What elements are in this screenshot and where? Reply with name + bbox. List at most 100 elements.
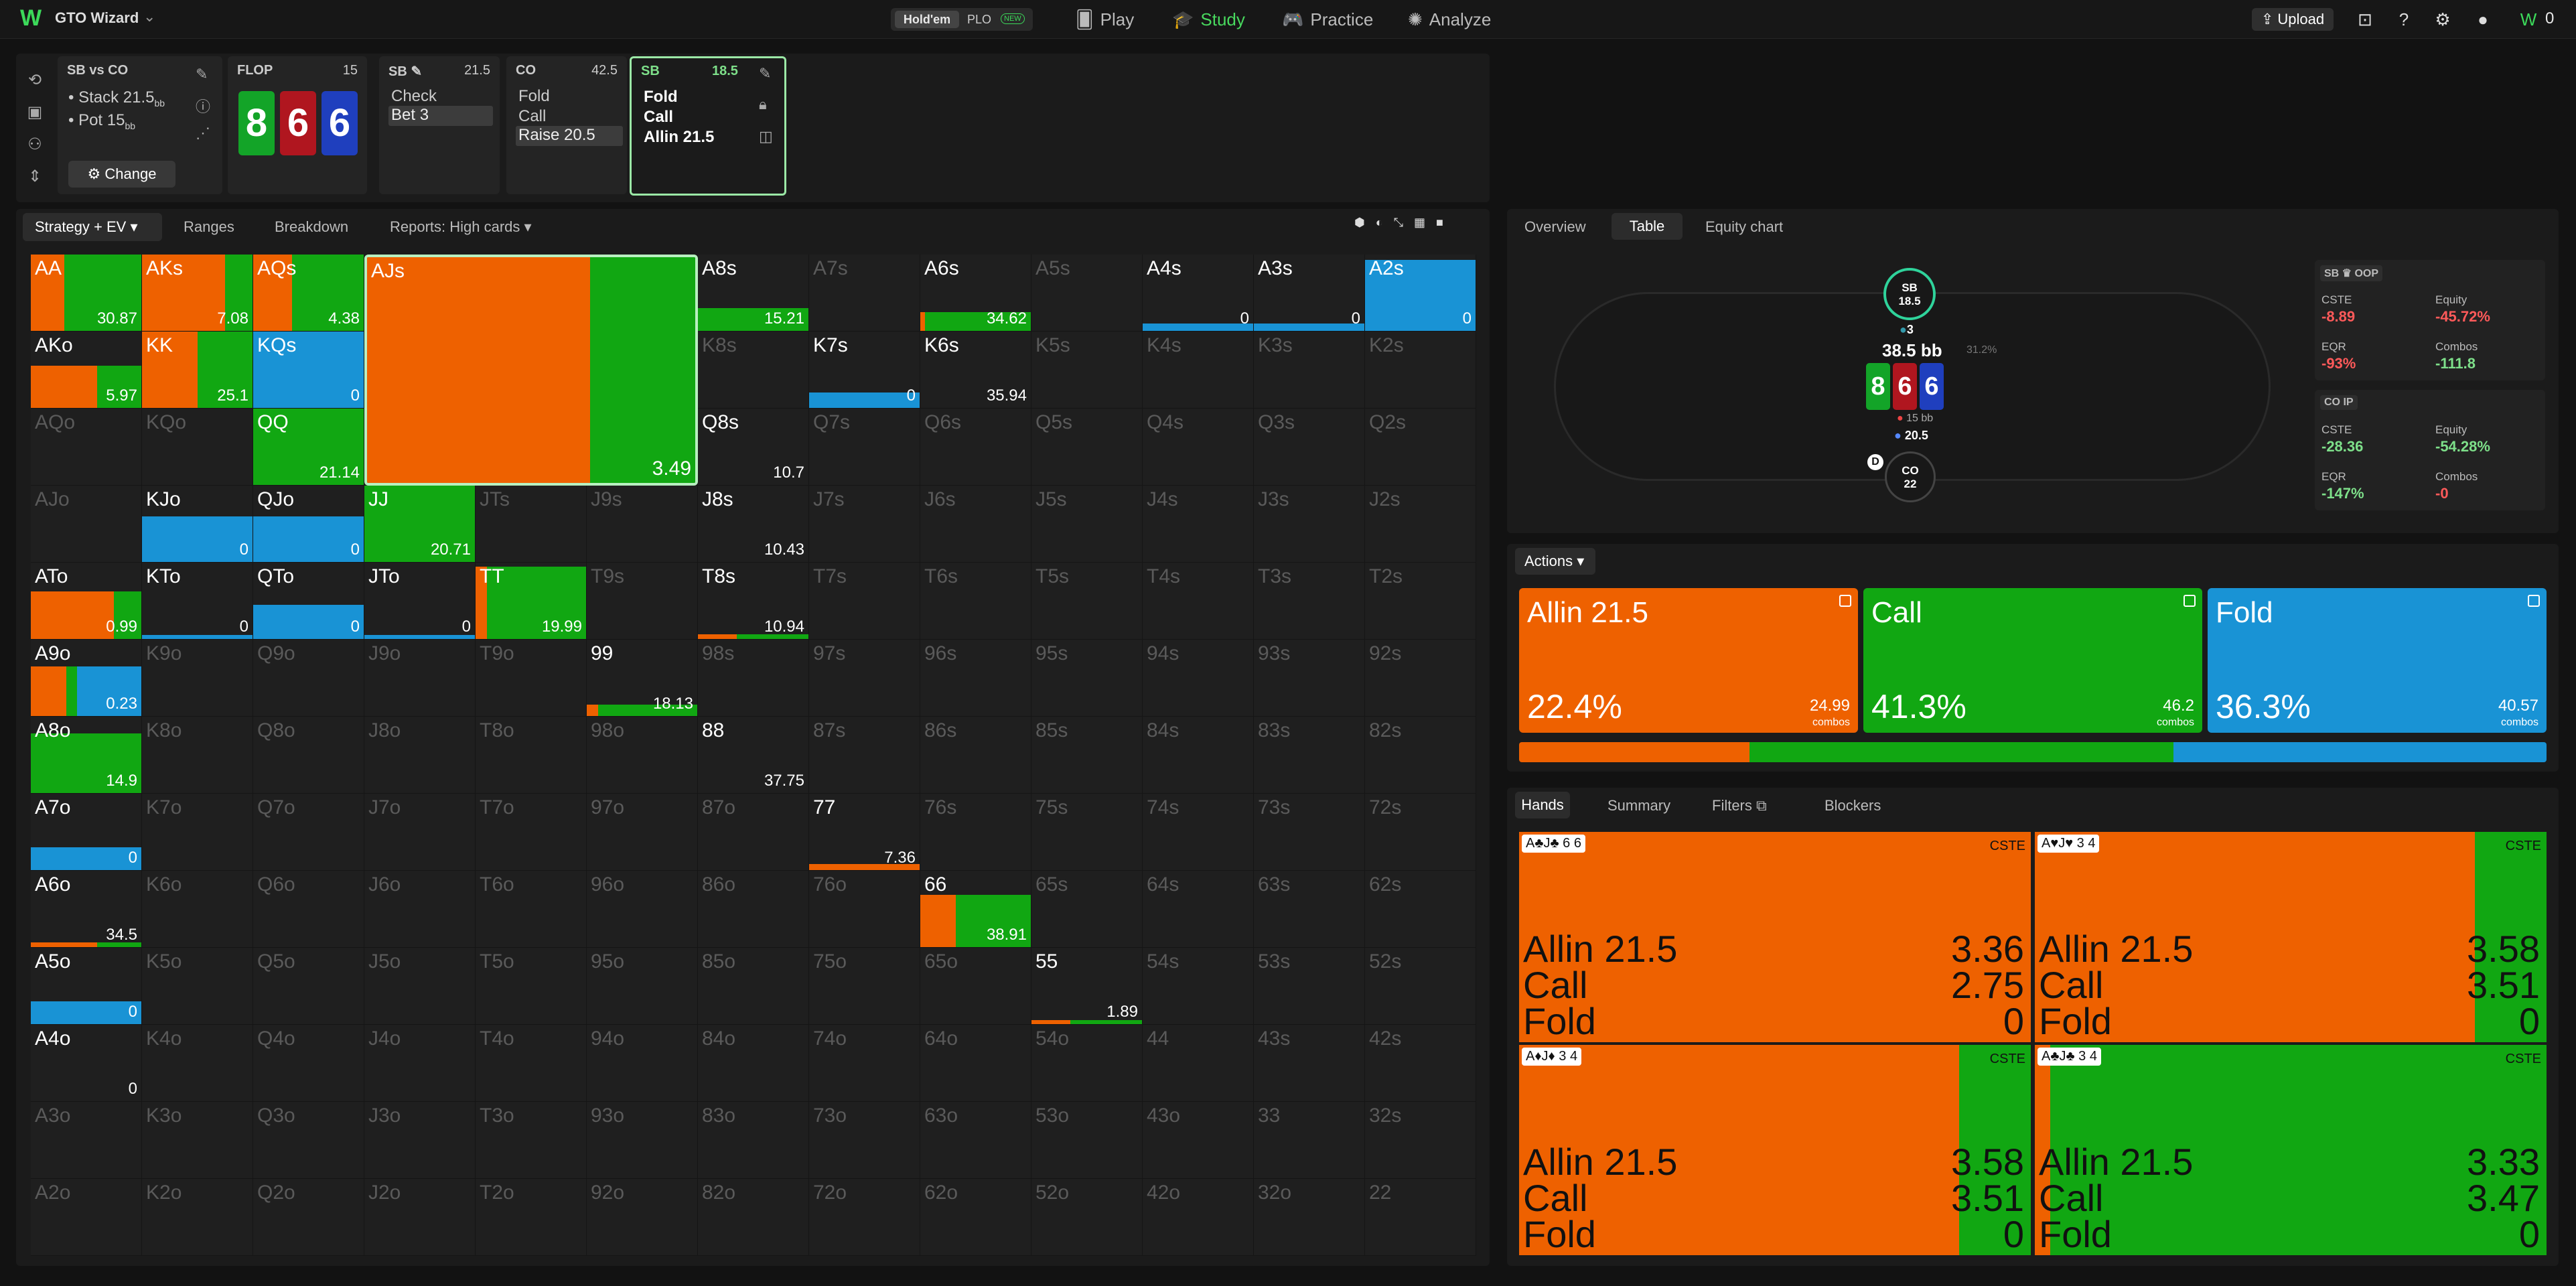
sb-seat[interactable]: SB 18.5 — [1883, 268, 1936, 320]
hand-cell-A3o[interactable]: A3o — [31, 1102, 142, 1179]
hand-cell-Q2o[interactable]: Q2o — [253, 1179, 364, 1256]
hand-cell-Q2s[interactable]: Q2s — [1365, 409, 1476, 486]
hand-cell-KTo[interactable]: KTo 0 — [142, 563, 253, 640]
hand-cell-T3o[interactable]: T3o — [476, 1102, 587, 1179]
nav-play[interactable]: 🂠 Play — [1076, 9, 1134, 30]
co-raise[interactable]: Raise 20.5 — [516, 126, 623, 146]
hand-cell-75o[interactable]: 75o — [809, 948, 920, 1025]
hand-cell-Q9o[interactable]: Q9o — [253, 640, 364, 717]
hand-cell-98o[interactable]: 98o — [587, 717, 698, 794]
hand-cell-J7o[interactable]: J7o — [364, 794, 476, 871]
hand-cell-K8o[interactable]: K8o — [142, 717, 253, 794]
hand-cell-A2s[interactable]: A2s 0 — [1365, 255, 1476, 332]
hand-cell-33[interactable]: 33 — [1254, 1102, 1365, 1179]
hand-cell-J2s[interactable]: J2s — [1365, 486, 1476, 563]
hand-combo-card[interactable]: A♣J♣ 3 4 CSTE Allin 21.5 3.33 Call 3.47 Fold 0 — [2035, 1045, 2547, 1255]
hand-cell-AKo[interactable]: AKo 5.97 — [31, 332, 142, 409]
co-fold[interactable]: Fold — [518, 87, 550, 106]
align-icon[interactable]: ⇕ — [21, 161, 48, 193]
upload-button[interactable]: ⇪ Upload — [2252, 8, 2334, 31]
hand-cell-87o[interactable]: 87o — [698, 794, 809, 871]
actions-dropdown[interactable]: Actions ▾ — [1515, 548, 1595, 575]
hand-cell-J9o[interactable]: J9o — [364, 640, 476, 717]
hand-cell-TT[interactable]: TT 19.99 — [476, 563, 587, 640]
hand-cell-T2s[interactable]: T2s — [1365, 563, 1476, 640]
hand-cell-82o[interactable]: 82o — [698, 1179, 809, 1256]
hand-cell-J5o[interactable]: J5o — [364, 948, 476, 1025]
tab-summary[interactable]: Summary — [1607, 797, 1670, 814]
flop-card[interactable]: FLOP 15 8 6 6 — [228, 56, 367, 194]
hand-cell-K8s[interactable]: K8s — [698, 332, 809, 409]
hand-cell-A5o[interactable]: A5o 0 — [31, 948, 142, 1025]
logo-icon[interactable]: W — [20, 7, 43, 29]
holdem-toggle[interactable]: Hold'em — [895, 11, 959, 28]
hand-cell-AJo[interactable]: AJo — [31, 486, 142, 563]
sb-active-call[interactable]: Call — [644, 108, 673, 127]
hand-cell-42o[interactable]: 42o — [1143, 1179, 1254, 1256]
hand-cell-66[interactable]: 66 38.91 — [920, 871, 1031, 948]
contrast-icon[interactable]: ◐ — [1376, 216, 1383, 236]
action-fold[interactable]: Fold 36.3% 40.57 combos — [2208, 588, 2547, 733]
tab-blockers[interactable]: Blockers — [1824, 797, 1881, 814]
hand-cell-64o[interactable]: 64o — [920, 1025, 1031, 1102]
hand-cell-84o[interactable]: 84o — [698, 1025, 809, 1102]
hand-cell-A3s[interactable]: A3s 0 — [1254, 255, 1365, 332]
hand-cell-A6o[interactable]: A6o 34.5 — [31, 871, 142, 948]
hand-cell-55[interactable]: 55 1.89 — [1031, 948, 1143, 1025]
hand-cell-65s[interactable]: 65s — [1031, 871, 1143, 948]
hand-cell-73s[interactable]: 73s — [1254, 794, 1365, 871]
sb-check[interactable]: Check — [391, 87, 437, 106]
grid-icon[interactable]: ▦ — [1414, 216, 1425, 236]
change-button[interactable]: ⚙ Change — [68, 161, 175, 188]
hand-cell-Q7o[interactable]: Q7o — [253, 794, 364, 871]
hand-cell-43s[interactable]: 43s — [1254, 1025, 1365, 1102]
hand-cell-J4s[interactable]: J4s — [1143, 486, 1254, 563]
hand-cell-Q5o[interactable]: Q5o — [253, 948, 364, 1025]
expand-icon[interactable] — [2184, 595, 2196, 607]
hand-cell-73o[interactable]: 73o — [809, 1102, 920, 1179]
hand-cell-JTs[interactable]: JTs — [476, 486, 587, 563]
hand-cell-selected[interactable]: AJs 3.49 — [364, 255, 698, 486]
hand-cell-J8s[interactable]: J8s 10.43 — [698, 486, 809, 563]
hand-cell-K3s[interactable]: K3s — [1254, 332, 1365, 409]
hand-cell-96s[interactable]: 96s — [920, 640, 1031, 717]
gear-icon[interactable]: ⚙ — [2431, 8, 2454, 31]
hand-cell-A2o[interactable]: A2o — [31, 1179, 142, 1256]
hand-cell-65o[interactable]: 65o — [920, 948, 1031, 1025]
hand-cell-Q6o[interactable]: Q6o — [253, 871, 364, 948]
hand-cell-82s[interactable]: 82s — [1365, 717, 1476, 794]
hand-cell-K9o[interactable]: K9o — [142, 640, 253, 717]
hand-cell-64s[interactable]: 64s — [1143, 871, 1254, 948]
hand-cell-QQ[interactable]: QQ 21.14 — [253, 409, 364, 486]
nav-analyze[interactable]: ✺ Analyze — [1408, 9, 1491, 30]
hand-cell-52s[interactable]: 52s — [1365, 948, 1476, 1025]
hand-cell-T6s[interactable]: T6s — [920, 563, 1031, 640]
square-icon[interactable]: ■ — [1436, 216, 1443, 236]
hand-cell-32s[interactable]: 32s — [1365, 1102, 1476, 1179]
hand-cell-Q7s[interactable]: Q7s — [809, 409, 920, 486]
hand-cell-QJo[interactable]: QJo 0 — [253, 486, 364, 563]
hand-cell-K4s[interactable]: K4s — [1143, 332, 1254, 409]
hand-cell-A8s[interactable]: A8s 15.21 — [698, 255, 809, 332]
nav-practice[interactable]: 🎮 Practice — [1282, 9, 1373, 30]
hand-cell-A8o[interactable]: A8o 14.9 — [31, 717, 142, 794]
hand-cell-T5s[interactable]: T5s — [1031, 563, 1143, 640]
share-icon[interactable]: ⋰ — [196, 125, 210, 142]
hand-cell-T9s[interactable]: T9s — [587, 563, 698, 640]
hand-cell-43o[interactable]: 43o — [1143, 1102, 1254, 1179]
hand-cell-JTo[interactable]: JTo 0 — [364, 563, 476, 640]
hand-cell-J3s[interactable]: J3s — [1254, 486, 1365, 563]
hand-cell-T7s[interactable]: T7s — [809, 563, 920, 640]
hand-cell-T9o[interactable]: T9o — [476, 640, 587, 717]
tab-filters[interactable]: Filters ⧉ — [1712, 797, 1767, 814]
sb-bet[interactable]: Bet 3 — [388, 106, 493, 126]
hand-combo-card[interactable]: A♣J♣ 6 6 CSTE Allin 21.5 3.36 Call 2.75 Fold 0 — [1519, 832, 2031, 1042]
hand-cell-53o[interactable]: 53o — [1031, 1102, 1143, 1179]
hand-cell-A6s[interactable]: A6s 34.62 — [920, 255, 1031, 332]
hand-cell-Q8s[interactable]: Q8s 10.7 — [698, 409, 809, 486]
compare-icon[interactable]: ◫ — [759, 128, 773, 145]
reports-dropdown[interactable]: Reports: High cards ▾ — [390, 218, 532, 236]
chevron-down-icon[interactable]: ⌄ — [143, 8, 155, 25]
scan-icon[interactable]: ⊡ — [2354, 8, 2376, 31]
expand-icon[interactable] — [1839, 595, 1851, 607]
